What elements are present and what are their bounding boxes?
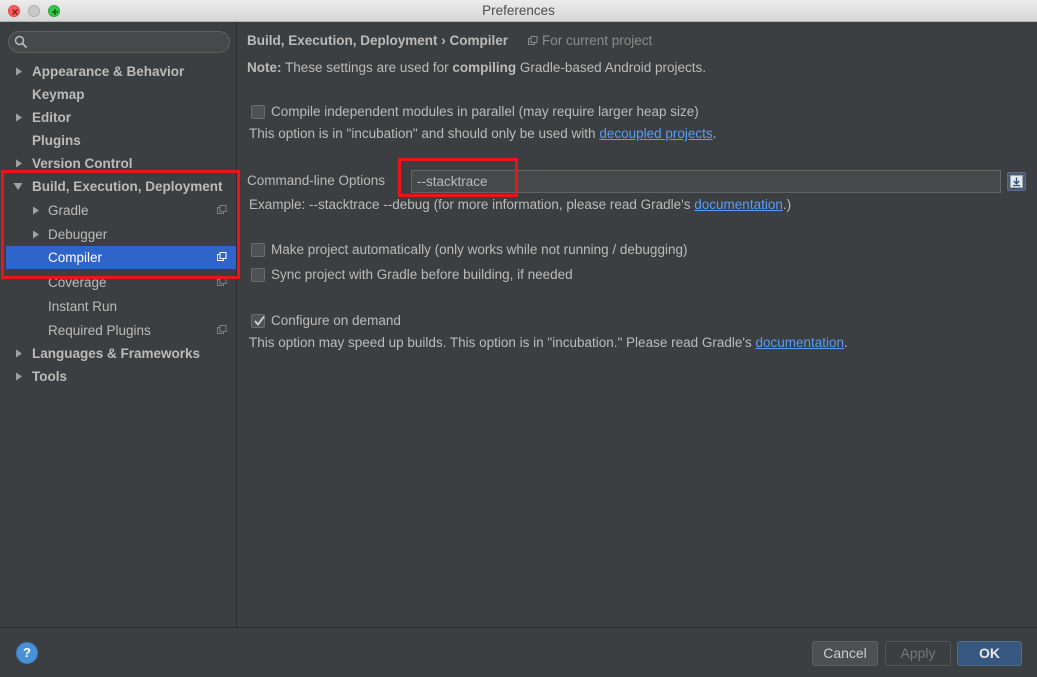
- dialog-footer: ? Cancel Apply OK: [0, 627, 1037, 677]
- tree-item-debugger[interactable]: Debugger: [0, 223, 237, 246]
- tree-item-compiler[interactable]: Compiler: [6, 246, 236, 269]
- cmd-options-label: Command-line Options: [247, 173, 386, 188]
- title-bar: Preferences: [0, 0, 1037, 22]
- settings-note: Note: These settings are used for compil…: [247, 60, 706, 75]
- tree-item-label: Instant Run: [48, 299, 118, 314]
- collapse-arrow-icon[interactable]: [13, 175, 23, 198]
- configure-hint-text: This option may speed up builds. This op…: [249, 335, 752, 350]
- parallel-hint-end: .: [712, 126, 717, 141]
- help-button[interactable]: ?: [16, 642, 38, 664]
- expand-arrow-icon[interactable]: [32, 223, 42, 246]
- expand-arrow-icon[interactable]: [32, 199, 42, 222]
- cmd-example-end: .): [782, 197, 792, 212]
- note-text: These settings are used for: [285, 60, 449, 75]
- project-scope-icon: [217, 277, 227, 286]
- sync-gradle-label[interactable]: Sync project with Gradle before building…: [271, 267, 573, 282]
- settings-sidebar: Appearance & Behavior Keymap Editor Plug…: [0, 22, 237, 627]
- tree-item-label: Version Control: [32, 156, 133, 171]
- tree-item-label: Appearance & Behavior: [32, 64, 185, 79]
- configure-on-demand-checkbox[interactable]: [251, 314, 265, 328]
- note-text-end: Gradle-based Android projects.: [519, 60, 706, 75]
- ok-button[interactable]: OK: [957, 641, 1022, 666]
- tree-item-required-plugins[interactable]: Required Plugins: [0, 319, 237, 342]
- cmd-options-input[interactable]: [411, 170, 1001, 193]
- tree-item-languages-frameworks[interactable]: Languages & Frameworks: [0, 342, 237, 365]
- tree-item-tools[interactable]: Tools: [0, 365, 237, 388]
- tree-item-gradle[interactable]: Gradle: [0, 199, 237, 222]
- tree-item-editor[interactable]: Editor: [0, 106, 237, 129]
- configure-hint-end: .: [844, 335, 848, 350]
- parallel-checkbox[interactable]: [251, 105, 265, 119]
- scope-label: For current project: [542, 33, 653, 48]
- tree-item-label: Languages & Frameworks: [32, 346, 201, 361]
- tree-item-label: Build, Execution, Deployment: [32, 179, 223, 194]
- tree-item-label: Coverage: [48, 275, 107, 290]
- documentation-link[interactable]: documentation: [755, 335, 844, 350]
- search-input[interactable]: [35, 34, 223, 50]
- expand-arrow-icon[interactable]: [15, 106, 25, 129]
- tree-item-label: Required Plugins: [48, 323, 151, 338]
- tree-item-label: Keymap: [32, 87, 85, 102]
- tree-item-version-control[interactable]: Version Control: [0, 152, 237, 175]
- make-auto-label[interactable]: Make project automatically (only works w…: [271, 242, 687, 257]
- project-scope-icon: [217, 325, 227, 334]
- expand-arrow-icon[interactable]: [15, 342, 25, 365]
- expand-arrow-icon[interactable]: [15, 152, 25, 175]
- make-auto-checkbox[interactable]: [251, 243, 265, 257]
- sync-gradle-checkbox[interactable]: [251, 268, 265, 282]
- expand-arrow-icon[interactable]: [15, 365, 25, 388]
- tree-item-instant-run[interactable]: Instant Run: [0, 295, 237, 318]
- expand-field-button[interactable]: [1007, 172, 1026, 191]
- parallel-hint-text: This option is in "incubation" and shoul…: [249, 126, 596, 141]
- tree-item-build-execution-deployment[interactable]: Build, Execution, Deployment: [0, 175, 237, 198]
- breadcrumb: Build, Execution, Deployment › Compiler: [247, 33, 509, 48]
- tree-item-label: Gradle: [48, 203, 89, 218]
- configure-hint: This option may speed up builds. This op…: [249, 335, 848, 350]
- tree-item-label: Editor: [32, 110, 71, 125]
- settings-content: Build, Execution, Deployment › Compiler …: [238, 22, 1037, 627]
- settings-search[interactable]: [8, 31, 230, 53]
- expand-arrow-icon[interactable]: [15, 60, 25, 83]
- tree-item-coverage[interactable]: Coverage: [0, 271, 237, 294]
- tree-item-appearance-behavior[interactable]: Appearance & Behavior: [0, 60, 237, 83]
- decoupled-projects-link[interactable]: decoupled projects: [599, 126, 712, 141]
- configure-on-demand-label[interactable]: Configure on demand: [271, 313, 401, 328]
- tree-item-plugins[interactable]: Plugins: [0, 129, 237, 152]
- expand-icon: [1010, 175, 1023, 188]
- tree-item-keymap[interactable]: Keymap: [0, 83, 237, 106]
- parallel-hint: This option is in "incubation" and shoul…: [249, 126, 716, 141]
- tree-item-label: Debugger: [48, 227, 108, 242]
- note-label: Note:: [247, 60, 282, 75]
- project-scope-icon: [217, 252, 227, 261]
- apply-button[interactable]: Apply: [885, 641, 951, 666]
- tree-item-label: Compiler: [48, 250, 103, 265]
- search-icon: [14, 35, 28, 49]
- project-scope-icon: [528, 36, 538, 45]
- tree-item-label: Plugins: [32, 133, 81, 148]
- cmd-example: Example: --stacktrace --debug (for more …: [249, 197, 791, 212]
- note-bold: compiling: [452, 60, 517, 75]
- documentation-link[interactable]: documentation: [694, 197, 783, 212]
- window-title: Preferences: [482, 3, 555, 18]
- cmd-example-text: Example: --stacktrace --debug (for more …: [249, 197, 691, 212]
- parallel-label[interactable]: Compile independent modules in parallel …: [271, 104, 699, 119]
- cancel-button[interactable]: Cancel: [812, 641, 878, 666]
- tree-item-label: Tools: [32, 369, 67, 384]
- scope-indicator: For current project: [528, 33, 652, 48]
- project-scope-icon: [217, 205, 227, 214]
- checkmark-icon: [254, 315, 265, 326]
